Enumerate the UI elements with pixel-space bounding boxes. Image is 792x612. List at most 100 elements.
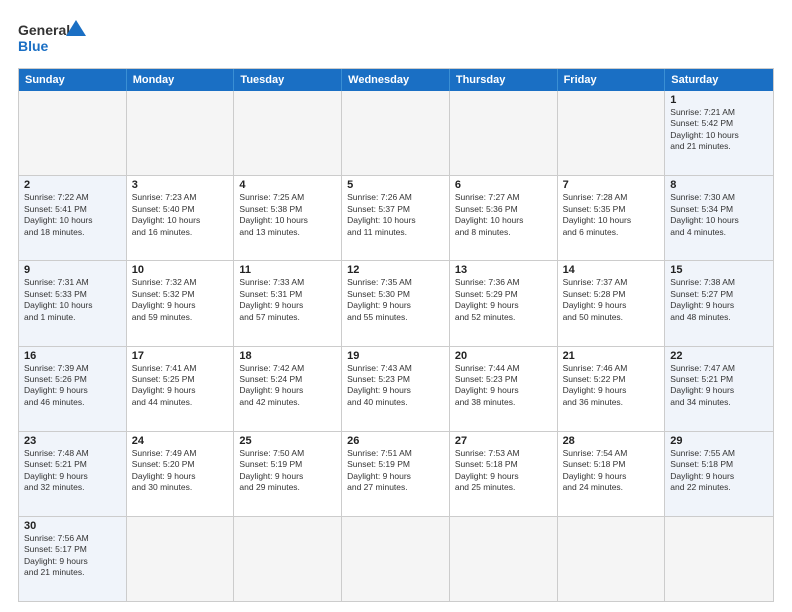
day-number: 10 bbox=[132, 264, 229, 276]
calendar-cell: 19Sunrise: 7:43 AM Sunset: 5:23 PM Dayli… bbox=[342, 347, 450, 431]
day-info: Sunrise: 7:50 AM Sunset: 5:19 PM Dayligh… bbox=[239, 448, 336, 494]
day-number: 5 bbox=[347, 179, 444, 191]
header-day-sunday: Sunday bbox=[19, 69, 127, 91]
day-info: Sunrise: 7:23 AM Sunset: 5:40 PM Dayligh… bbox=[132, 192, 229, 238]
calendar-cell bbox=[342, 517, 450, 601]
day-number: 3 bbox=[132, 179, 229, 191]
day-info: Sunrise: 7:47 AM Sunset: 5:21 PM Dayligh… bbox=[670, 363, 768, 409]
calendar-cell: 29Sunrise: 7:55 AM Sunset: 5:18 PM Dayli… bbox=[665, 432, 773, 516]
calendar-cell: 2Sunrise: 7:22 AM Sunset: 5:41 PM Daylig… bbox=[19, 176, 127, 260]
day-number: 23 bbox=[24, 435, 121, 447]
calendar-cell: 8Sunrise: 7:30 AM Sunset: 5:34 PM Daylig… bbox=[665, 176, 773, 260]
calendar-cell: 26Sunrise: 7:51 AM Sunset: 5:19 PM Dayli… bbox=[342, 432, 450, 516]
calendar-row-3: 16Sunrise: 7:39 AM Sunset: 5:26 PM Dayli… bbox=[19, 347, 773, 432]
day-info: Sunrise: 7:27 AM Sunset: 5:36 PM Dayligh… bbox=[455, 192, 552, 238]
day-number: 24 bbox=[132, 435, 229, 447]
calendar: SundayMondayTuesdayWednesdayThursdayFrid… bbox=[18, 68, 774, 602]
calendar-cell: 22Sunrise: 7:47 AM Sunset: 5:21 PM Dayli… bbox=[665, 347, 773, 431]
day-number: 18 bbox=[239, 350, 336, 362]
day-number: 16 bbox=[24, 350, 121, 362]
page: General Blue SundayMondayTuesdayWednesda… bbox=[0, 0, 792, 612]
calendar-row-5: 30Sunrise: 7:56 AM Sunset: 5:17 PM Dayli… bbox=[19, 517, 773, 601]
day-number: 30 bbox=[24, 520, 121, 532]
day-info: Sunrise: 7:41 AM Sunset: 5:25 PM Dayligh… bbox=[132, 363, 229, 409]
header-day-wednesday: Wednesday bbox=[342, 69, 450, 91]
calendar-cell bbox=[127, 517, 235, 601]
logo: General Blue bbox=[18, 18, 88, 58]
day-info: Sunrise: 7:36 AM Sunset: 5:29 PM Dayligh… bbox=[455, 277, 552, 323]
day-info: Sunrise: 7:38 AM Sunset: 5:27 PM Dayligh… bbox=[670, 277, 768, 323]
day-number: 15 bbox=[670, 264, 768, 276]
calendar-cell bbox=[450, 517, 558, 601]
day-number: 1 bbox=[670, 94, 768, 106]
calendar-cell: 9Sunrise: 7:31 AM Sunset: 5:33 PM Daylig… bbox=[19, 261, 127, 345]
day-number: 20 bbox=[455, 350, 552, 362]
day-number: 11 bbox=[239, 264, 336, 276]
calendar-cell bbox=[450, 91, 558, 175]
day-number: 26 bbox=[347, 435, 444, 447]
day-info: Sunrise: 7:31 AM Sunset: 5:33 PM Dayligh… bbox=[24, 277, 121, 323]
day-number: 19 bbox=[347, 350, 444, 362]
day-info: Sunrise: 7:32 AM Sunset: 5:32 PM Dayligh… bbox=[132, 277, 229, 323]
day-number: 22 bbox=[670, 350, 768, 362]
day-info: Sunrise: 7:55 AM Sunset: 5:18 PM Dayligh… bbox=[670, 448, 768, 494]
calendar-cell: 4Sunrise: 7:25 AM Sunset: 5:38 PM Daylig… bbox=[234, 176, 342, 260]
calendar-cell: 30Sunrise: 7:56 AM Sunset: 5:17 PM Dayli… bbox=[19, 517, 127, 601]
calendar-row-0: 1Sunrise: 7:21 AM Sunset: 5:42 PM Daylig… bbox=[19, 91, 773, 176]
day-info: Sunrise: 7:54 AM Sunset: 5:18 PM Dayligh… bbox=[563, 448, 660, 494]
calendar-cell: 27Sunrise: 7:53 AM Sunset: 5:18 PM Dayli… bbox=[450, 432, 558, 516]
day-number: 21 bbox=[563, 350, 660, 362]
logo-svg: General Blue bbox=[18, 18, 88, 58]
calendar-cell bbox=[665, 517, 773, 601]
calendar-cell bbox=[127, 91, 235, 175]
day-number: 14 bbox=[563, 264, 660, 276]
day-info: Sunrise: 7:44 AM Sunset: 5:23 PM Dayligh… bbox=[455, 363, 552, 409]
day-info: Sunrise: 7:37 AM Sunset: 5:28 PM Dayligh… bbox=[563, 277, 660, 323]
calendar-cell bbox=[19, 91, 127, 175]
day-info: Sunrise: 7:30 AM Sunset: 5:34 PM Dayligh… bbox=[670, 192, 768, 238]
calendar-cell: 3Sunrise: 7:23 AM Sunset: 5:40 PM Daylig… bbox=[127, 176, 235, 260]
calendar-cell: 12Sunrise: 7:35 AM Sunset: 5:30 PM Dayli… bbox=[342, 261, 450, 345]
header-day-saturday: Saturday bbox=[665, 69, 773, 91]
calendar-cell bbox=[234, 517, 342, 601]
day-number: 2 bbox=[24, 179, 121, 191]
day-number: 12 bbox=[347, 264, 444, 276]
day-number: 27 bbox=[455, 435, 552, 447]
svg-text:Blue: Blue bbox=[18, 38, 49, 54]
calendar-cell: 17Sunrise: 7:41 AM Sunset: 5:25 PM Dayli… bbox=[127, 347, 235, 431]
day-info: Sunrise: 7:43 AM Sunset: 5:23 PM Dayligh… bbox=[347, 363, 444, 409]
calendar-cell bbox=[558, 91, 666, 175]
day-info: Sunrise: 7:25 AM Sunset: 5:38 PM Dayligh… bbox=[239, 192, 336, 238]
calendar-cell: 13Sunrise: 7:36 AM Sunset: 5:29 PM Dayli… bbox=[450, 261, 558, 345]
day-number: 29 bbox=[670, 435, 768, 447]
calendar-row-2: 9Sunrise: 7:31 AM Sunset: 5:33 PM Daylig… bbox=[19, 261, 773, 346]
calendar-cell: 7Sunrise: 7:28 AM Sunset: 5:35 PM Daylig… bbox=[558, 176, 666, 260]
calendar-cell bbox=[342, 91, 450, 175]
calendar-cell: 5Sunrise: 7:26 AM Sunset: 5:37 PM Daylig… bbox=[342, 176, 450, 260]
header-day-tuesday: Tuesday bbox=[234, 69, 342, 91]
calendar-cell: 18Sunrise: 7:42 AM Sunset: 5:24 PM Dayli… bbox=[234, 347, 342, 431]
day-number: 17 bbox=[132, 350, 229, 362]
calendar-cell: 14Sunrise: 7:37 AM Sunset: 5:28 PM Dayli… bbox=[558, 261, 666, 345]
calendar-cell: 10Sunrise: 7:32 AM Sunset: 5:32 PM Dayli… bbox=[127, 261, 235, 345]
day-number: 8 bbox=[670, 179, 768, 191]
day-info: Sunrise: 7:22 AM Sunset: 5:41 PM Dayligh… bbox=[24, 192, 121, 238]
calendar-row-1: 2Sunrise: 7:22 AM Sunset: 5:41 PM Daylig… bbox=[19, 176, 773, 261]
calendar-cell: 28Sunrise: 7:54 AM Sunset: 5:18 PM Dayli… bbox=[558, 432, 666, 516]
day-info: Sunrise: 7:46 AM Sunset: 5:22 PM Dayligh… bbox=[563, 363, 660, 409]
header-day-friday: Friday bbox=[558, 69, 666, 91]
calendar-cell: 16Sunrise: 7:39 AM Sunset: 5:26 PM Dayli… bbox=[19, 347, 127, 431]
day-info: Sunrise: 7:28 AM Sunset: 5:35 PM Dayligh… bbox=[563, 192, 660, 238]
day-info: Sunrise: 7:56 AM Sunset: 5:17 PM Dayligh… bbox=[24, 533, 121, 579]
day-info: Sunrise: 7:35 AM Sunset: 5:30 PM Dayligh… bbox=[347, 277, 444, 323]
day-info: Sunrise: 7:48 AM Sunset: 5:21 PM Dayligh… bbox=[24, 448, 121, 494]
day-info: Sunrise: 7:53 AM Sunset: 5:18 PM Dayligh… bbox=[455, 448, 552, 494]
day-info: Sunrise: 7:33 AM Sunset: 5:31 PM Dayligh… bbox=[239, 277, 336, 323]
header-day-thursday: Thursday bbox=[450, 69, 558, 91]
day-info: Sunrise: 7:51 AM Sunset: 5:19 PM Dayligh… bbox=[347, 448, 444, 494]
day-number: 25 bbox=[239, 435, 336, 447]
day-info: Sunrise: 7:26 AM Sunset: 5:37 PM Dayligh… bbox=[347, 192, 444, 238]
calendar-cell: 23Sunrise: 7:48 AM Sunset: 5:21 PM Dayli… bbox=[19, 432, 127, 516]
day-number: 28 bbox=[563, 435, 660, 447]
calendar-cell bbox=[558, 517, 666, 601]
